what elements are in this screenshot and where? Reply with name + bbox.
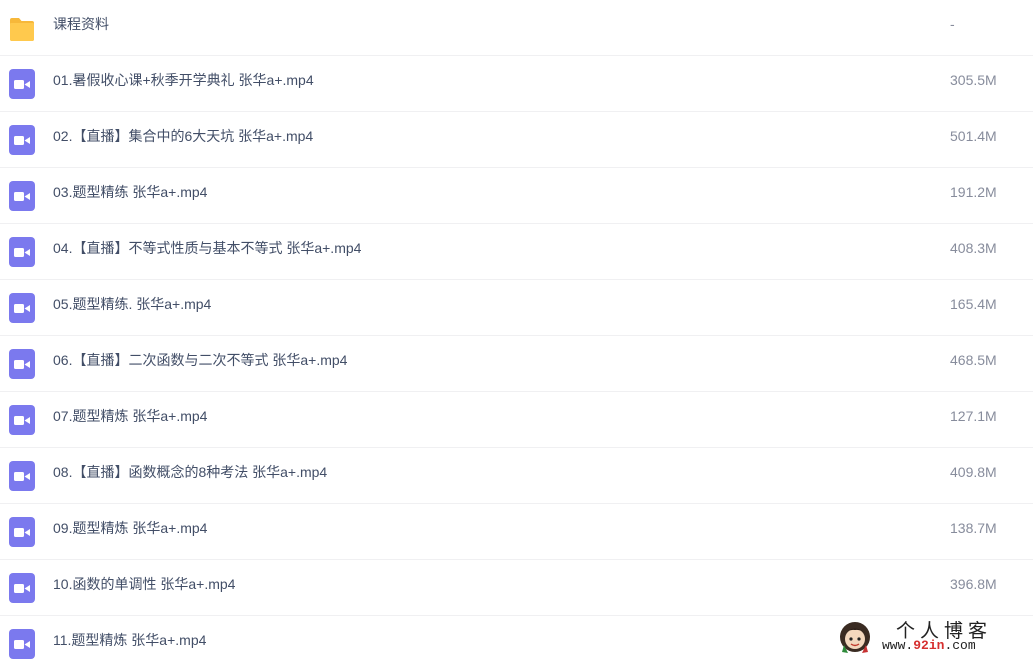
file-size: 305.5M [950,72,997,88]
folder-icon [9,13,35,43]
file-name[interactable]: 02.【直播】集合中的6大天坑 张华a+.mp4 [53,112,313,160]
file-size: 501.4M [950,128,997,144]
video-file-icon [9,573,35,603]
video-file-icon [9,405,35,435]
watermark-url-prefix: www. [882,638,914,653]
file-row[interactable]: 04.【直播】不等式性质与基本不等式 张华a+.mp4 408.3M [0,224,1033,280]
file-size: - [950,16,955,32]
file-size: 409.8M [950,464,997,480]
video-file-icon [9,629,35,659]
file-size: 127.1M [950,408,997,424]
file-row[interactable]: 06.【直播】二次函数与二次不等式 张华a+.mp4 468.5M [0,336,1033,392]
file-row[interactable]: 02.【直播】集合中的6大天坑 张华a+.mp4 501.4M [0,112,1033,168]
file-row[interactable]: 09.题型精炼 张华a+.mp4 138.7M [0,504,1033,560]
avatar-icon [840,622,870,653]
file-row[interactable]: 08.【直播】函数概念的8种考法 张华a+.mp4 409.8M [0,448,1033,504]
file-name[interactable]: 10.函数的单调性 张华a+.mp4 [53,560,235,608]
watermark-url: www.92in.com [882,638,976,653]
file-name[interactable]: 09.题型精炼 张华a+.mp4 [53,504,207,552]
file-row[interactable]: 07.题型精炼 张华a+.mp4 127.1M [0,392,1033,448]
file-name[interactable]: 01.暑假收心课+秋季开学典礼 张华a+.mp4 [53,56,314,104]
file-size: 468.5M [950,352,997,368]
file-row[interactable]: 01.暑假收心课+秋季开学典礼 张华a+.mp4 305.5M [0,56,1033,112]
video-file-icon [9,125,35,155]
file-size: 138.7M [950,520,997,536]
file-name[interactable]: 07.题型精炼 张华a+.mp4 [53,392,207,440]
file-size: 165.4M [950,296,997,312]
file-name[interactable]: 11.题型精炼 张华a+.mp4 [53,616,206,664]
video-file-icon [9,293,35,323]
video-file-icon [9,461,35,491]
watermark-url-suffix: .com [944,638,976,653]
file-row[interactable]: 03.题型精练 张华a+.mp4 191.2M [0,168,1033,224]
file-row[interactable]: 05.题型精练. 张华a+.mp4 165.4M [0,280,1033,336]
file-name[interactable]: 05.题型精练. 张华a+.mp4 [53,280,211,328]
video-file-icon [9,69,35,99]
file-list: 课程资料 - 01.暑假收心课+秋季开学典礼 张华a+.mp4 305.5M 0… [0,0,1033,659]
watermark-url-accent: 92in [913,638,945,653]
file-row[interactable]: 课程资料 - [0,0,1033,56]
watermark: 个人博客 www.92in.com [838,614,1028,654]
file-size: 396.8M [950,576,997,592]
video-file-icon [9,517,35,547]
video-file-icon [9,181,35,211]
file-size: 408.3M [950,240,997,256]
file-name[interactable]: 课程资料 [53,0,109,48]
file-name[interactable]: 04.【直播】不等式性质与基本不等式 张华a+.mp4 [53,224,361,272]
file-row[interactable]: 10.函数的单调性 张华a+.mp4 396.8M [0,560,1033,616]
file-name[interactable]: 03.题型精练 张华a+.mp4 [53,168,207,216]
video-file-icon [9,237,35,267]
video-file-icon [9,349,35,379]
file-size: 191.2M [950,184,997,200]
file-name[interactable]: 08.【直播】函数概念的8种考法 张华a+.mp4 [53,448,327,496]
file-name[interactable]: 06.【直播】二次函数与二次不等式 张华a+.mp4 [53,336,347,384]
